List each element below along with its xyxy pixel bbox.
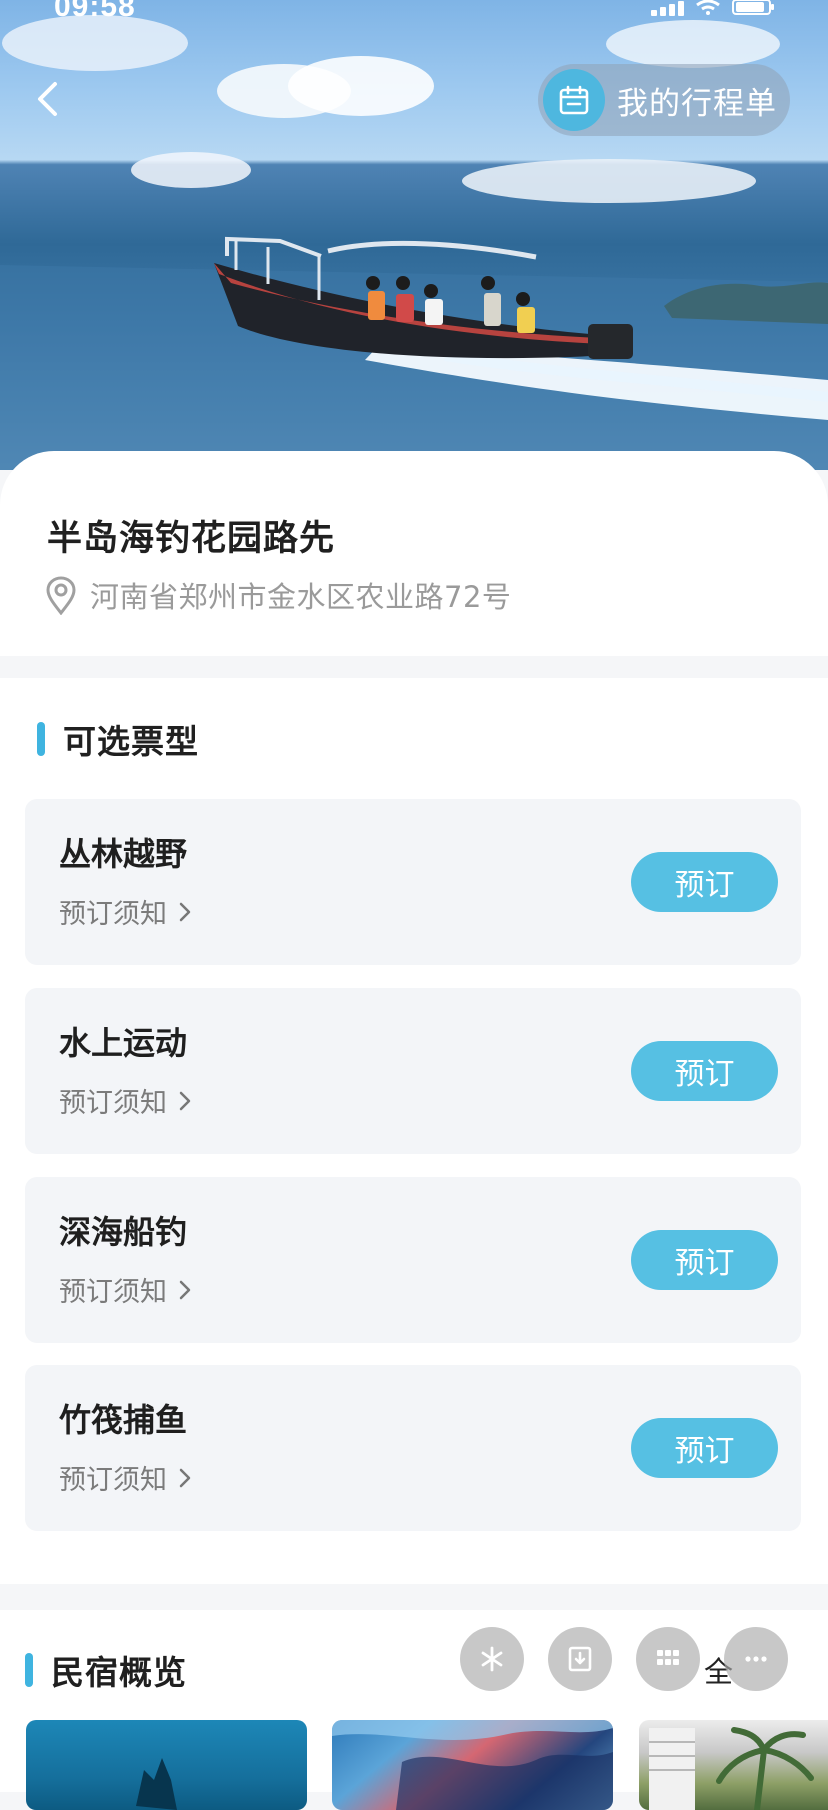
booking-notice-label: 预订须知 — [59, 1465, 167, 1496]
location-pin-icon — [46, 576, 76, 615]
sparkle-icon — [481, 1646, 503, 1672]
ticket-options-section: 可选票型 丛林越野 预订须知 预订 水上运动 预订须知 预订 深海船钓 预订须知 — [0, 678, 828, 1584]
my-itinerary-button[interactable]: 我的行程单 — [538, 64, 790, 136]
book-button[interactable]: 预订 — [631, 852, 778, 912]
chevron-right-icon — [179, 1280, 191, 1299]
ticket-name: 竹筏捕鱼 — [59, 1401, 188, 1439]
booking-notice-label: 预订须知 — [59, 1277, 167, 1308]
booking-notice-link[interactable]: 预订须知 — [59, 1270, 193, 1309]
calendar-icon — [543, 69, 605, 131]
ticket-card-jungle-offroad[interactable]: 丛林越野 预订须知 预订 — [25, 799, 801, 965]
ticket-name: 水上运动 — [59, 1024, 188, 1062]
ticket-card-deep-sea-fishing[interactable]: 深海船钓 预订须知 预订 — [25, 1177, 801, 1343]
chevron-right-icon — [179, 1091, 191, 1110]
homestay-thumbnail[interactable] — [639, 1720, 828, 1810]
homestay-thumbnail-image — [649, 1727, 814, 1810]
status-bar: 09:58 — [0, 0, 828, 24]
ticket-section-title-text: 可选票型 — [63, 722, 199, 761]
wifi-icon — [696, 0, 720, 15]
status-icons — [651, 0, 776, 16]
ticket-name: 深海船钓 — [59, 1213, 188, 1251]
book-button[interactable]: 预订 — [631, 1041, 778, 1101]
homestay-section-title: 民宿概览 — [25, 1646, 187, 1694]
chevron-right-icon — [179, 1468, 191, 1487]
place-title: 半岛海钓花园路先 — [47, 519, 336, 559]
homestay-section-title-text: 民宿概览 — [51, 1653, 187, 1692]
homestay-thumbnail-image — [332, 1720, 613, 1810]
homestay-thumbnail[interactable] — [332, 1720, 613, 1810]
status-time: 09:58 — [54, 0, 136, 23]
download-icon — [568, 1646, 592, 1672]
booking-notice-label: 预订须知 — [59, 1088, 167, 1119]
section-accent-bar — [25, 1653, 33, 1687]
grid-action-button[interactable] — [636, 1627, 700, 1691]
my-itinerary-label: 我的行程单 — [617, 85, 777, 122]
grid-icon — [657, 1650, 679, 1665]
ticket-section-title: 可选票型 — [37, 715, 199, 763]
more-icon — [745, 1656, 767, 1662]
back-arrow-icon — [38, 82, 57, 116]
booking-notice-link[interactable]: 预订须知 — [59, 1458, 193, 1497]
booking-notice-link[interactable]: 预订须知 — [59, 1081, 193, 1120]
ticket-card-water-sports[interactable]: 水上运动 预订须知 预订 — [25, 988, 801, 1154]
sparkle-action-button[interactable] — [460, 1627, 524, 1691]
address-row: 河南省郑州市金水区农业路72号 — [44, 574, 511, 616]
section-accent-bar — [37, 722, 45, 756]
book-button[interactable]: 预订 — [631, 1418, 778, 1478]
homestay-thumbnail-image — [136, 1758, 177, 1810]
download-action-button[interactable] — [548, 1627, 612, 1691]
book-button[interactable]: 预订 — [631, 1230, 778, 1290]
homestay-thumbnail[interactable] — [26, 1720, 307, 1810]
ticket-card-bamboo-raft-fishing[interactable]: 竹筏捕鱼 预订须知 预订 — [25, 1365, 801, 1531]
booking-notice-label: 预订须知 — [59, 899, 167, 930]
back-button[interactable] — [26, 76, 72, 122]
place-address: 河南省郑州市金水区农业路72号 — [90, 580, 512, 614]
more-action-button[interactable] — [724, 1627, 788, 1691]
signal-icon — [651, 0, 684, 16]
chevron-right-icon — [179, 902, 191, 921]
ticket-name: 丛林越野 — [59, 835, 188, 873]
booking-notice-link[interactable]: 预订须知 — [59, 892, 193, 931]
battery-icon — [732, 0, 774, 15]
